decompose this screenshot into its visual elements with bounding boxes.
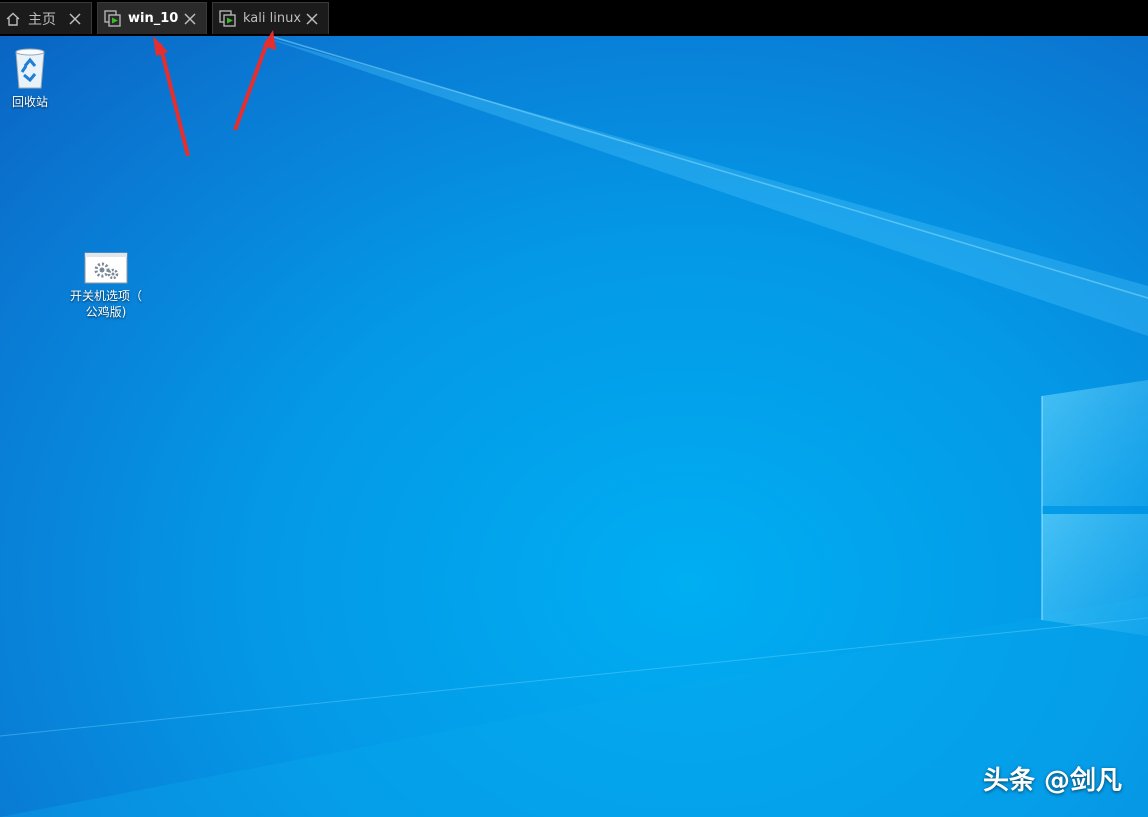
desktop[interactable]: 回收站 开关机选项（ 公鸡版) 头条 @剑凡 — [0, 36, 1148, 817]
watermark-text: 头条 @剑凡 — [982, 766, 1122, 796]
tab-win10[interactable]: win_10 — [97, 2, 207, 34]
tab-home[interactable]: 主页 — [0, 2, 92, 34]
tab-kali-linux[interactable]: kali linux — [212, 2, 329, 34]
desktop-icon-recycle-bin[interactable]: 回收站 — [5, 44, 55, 110]
vm-play-icon — [219, 9, 237, 28]
tab-home-label: 主页 — [28, 11, 56, 28]
desktop-icon-shutdown-options[interactable]: 开关机选项（ 公鸡版) — [62, 252, 150, 320]
close-icon[interactable] — [182, 11, 198, 27]
recycle-bin-icon — [15, 48, 45, 89]
tab-kali-label: kali linux — [243, 11, 302, 26]
tab-win10-label: win_10 — [128, 11, 179, 26]
desktop-icon-label-line2: 公鸡版) — [85, 305, 127, 319]
settings-gears-icon — [84, 252, 128, 284]
close-icon[interactable] — [304, 11, 320, 27]
vm-play-icon — [104, 9, 122, 28]
desktop-icon-label: 开关机选项（ — [69, 289, 142, 303]
wallpaper-light-beams — [0, 36, 1148, 817]
close-icon[interactable] — [67, 11, 83, 27]
desktop-icon-label: 回收站 — [11, 95, 48, 109]
tab-bar: 主页 win_10 kali linux — [0, 0, 1148, 36]
home-icon — [4, 10, 22, 28]
